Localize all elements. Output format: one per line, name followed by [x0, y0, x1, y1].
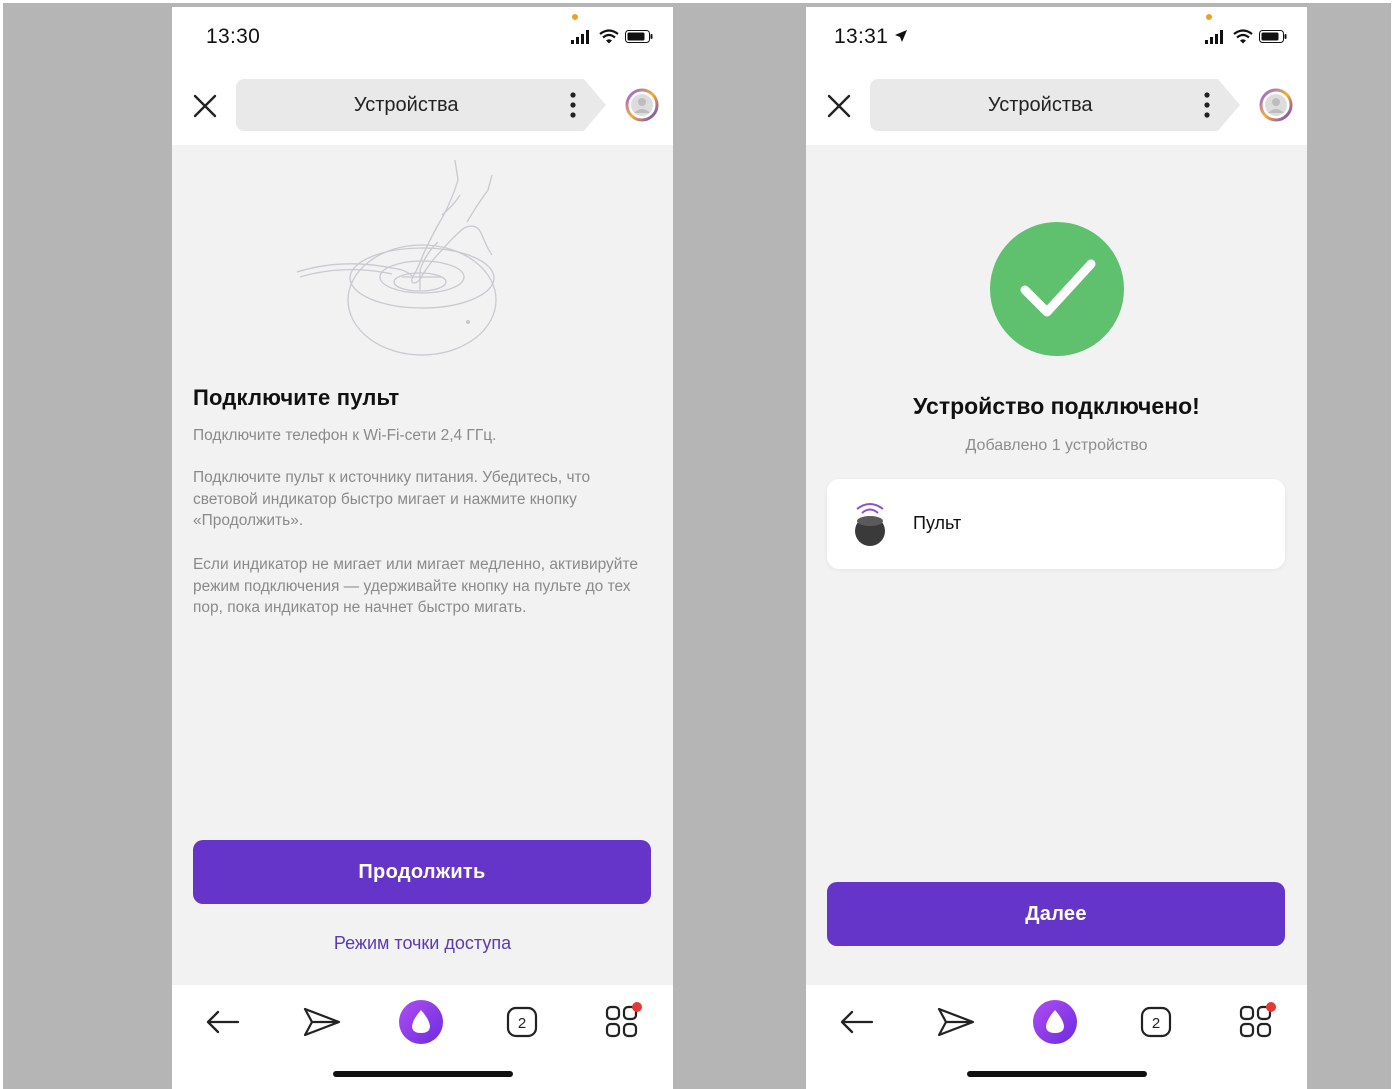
bottom-nav: 2 — [806, 985, 1307, 1089]
section-heading: Подключите пульт — [193, 385, 400, 410]
privacy-dot — [1206, 14, 1212, 20]
phone-screen-connect: 13:30 Устройства Подключите пульт Подклю… — [172, 7, 673, 1089]
close-icon[interactable] — [190, 91, 220, 121]
status-time: 13:30 — [206, 25, 261, 48]
page-title: Устройства — [987, 94, 1093, 116]
apps-grid-icon[interactable] — [599, 999, 645, 1045]
top-bar: Устройства — [172, 69, 673, 145]
continue-button[interactable]: Продолжить — [193, 840, 651, 904]
battery-icon — [625, 30, 653, 43]
wifi-icon — [1233, 29, 1253, 44]
access-point-mode-link[interactable]: Режим точки доступа — [172, 933, 673, 954]
notification-badge — [632, 1002, 642, 1012]
more-vertical-icon[interactable] — [570, 91, 576, 119]
device-name: Пульт — [913, 513, 962, 533]
status-icons — [1205, 29, 1287, 44]
content: Подключите пульт Подключите телефон к Wi… — [172, 145, 673, 985]
privacy-dot — [572, 14, 578, 20]
close-icon[interactable] — [824, 91, 854, 121]
apps-grid-icon[interactable] — [1233, 999, 1279, 1045]
phone-screen-success: 13:31 Устройства Устройство подключено! … — [806, 7, 1307, 1089]
tabs-icon[interactable]: 2 — [1133, 999, 1179, 1045]
success-title: Устройство подключено! — [913, 393, 1200, 419]
avatar[interactable] — [625, 88, 659, 122]
signal-icon — [571, 29, 589, 44]
hub-press-illustration — [296, 159, 497, 356]
bottom-nav: 2 — [172, 985, 673, 1089]
wifi-icon — [599, 29, 619, 44]
location-arrow-icon — [895, 30, 908, 42]
signal-icon — [1205, 29, 1223, 44]
status-time: 13:31 — [834, 25, 908, 49]
tabs-count: 2 — [1152, 1015, 1160, 1032]
send-icon[interactable] — [933, 999, 979, 1045]
status-bar: 13:30 — [172, 7, 673, 69]
notification-badge — [1266, 1002, 1276, 1012]
tabs-count: 2 — [518, 1015, 526, 1032]
back-arrow-icon[interactable] — [200, 999, 246, 1045]
success-check-icon — [990, 222, 1124, 356]
avatar[interactable] — [1259, 88, 1293, 122]
home-indicator[interactable] — [967, 1071, 1147, 1077]
instruction-power: Подключите пульт к источнику питания. Уб… — [193, 469, 591, 529]
alice-assistant-icon[interactable] — [398, 999, 444, 1045]
device-card[interactable]: Пульт — [827, 479, 1285, 569]
instruction-wifi: Подключите телефон к Wi-Fi-сети 2,4 ГГц. — [193, 427, 497, 444]
status-bar: 13:31 — [806, 7, 1307, 69]
alice-assistant-icon[interactable] — [1032, 999, 1078, 1045]
battery-icon — [1259, 30, 1287, 43]
content: Устройство подключено! Добавлено 1 устро… — [806, 145, 1307, 985]
remote-icon — [855, 503, 885, 546]
status-icons — [571, 29, 653, 44]
back-arrow-icon[interactable] — [834, 999, 880, 1045]
tabs-icon[interactable]: 2 — [499, 999, 545, 1045]
next-button[interactable]: Далее — [827, 882, 1285, 946]
address-pill[interactable]: Устройства — [870, 79, 1240, 131]
success-subtitle: Добавлено 1 устройство — [965, 437, 1148, 454]
address-pill[interactable]: Устройства — [236, 79, 606, 131]
instruction-pairing-mode: Если индикатор не мигает или мигает медл… — [193, 556, 639, 616]
home-indicator[interactable] — [333, 1071, 513, 1077]
top-bar: Устройства — [806, 69, 1307, 145]
send-icon[interactable] — [299, 999, 345, 1045]
more-vertical-icon[interactable] — [1204, 91, 1210, 119]
page-title: Устройства — [353, 94, 459, 116]
